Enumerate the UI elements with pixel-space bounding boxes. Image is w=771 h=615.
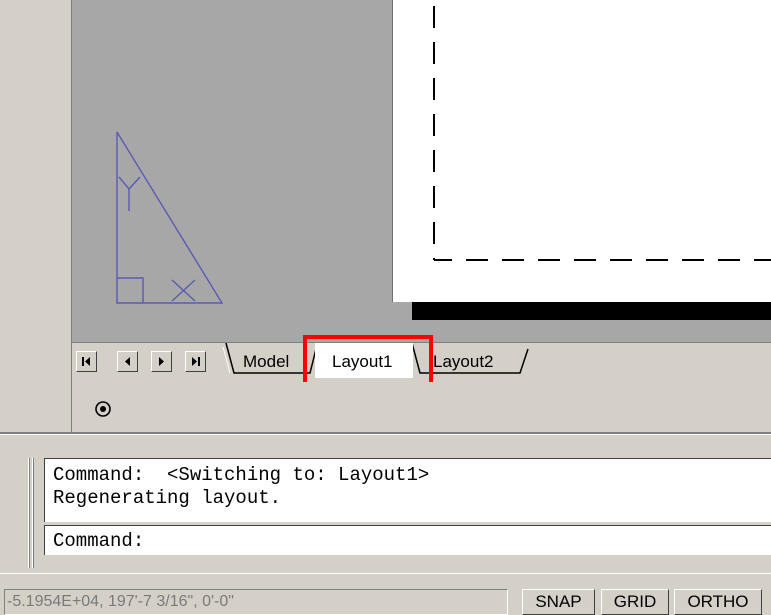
coordinates-text: -5.1954E+04, 197'-7 3/16", 0'-0" <box>7 593 234 610</box>
tab-model[interactable]: Model <box>243 352 289 372</box>
command-window-grip[interactable] <box>24 458 40 568</box>
grid-button[interactable]: GRID <box>601 589 669 615</box>
nav-last-icon <box>192 357 200 366</box>
nav-last-button[interactable] <box>185 351 206 372</box>
nav-first-button[interactable] <box>76 351 97 372</box>
command-history-line: Regenerating layout. <box>53 487 282 509</box>
command-history-line: Command: <Switching to: Layout1> <box>53 464 430 486</box>
nav-next-button[interactable] <box>151 351 172 372</box>
nav-prev-icon <box>125 357 130 366</box>
snap-button[interactable]: SNAP <box>522 589 595 615</box>
nav-prev-button[interactable] <box>117 351 138 372</box>
command-prompt: Command: <box>53 530 145 552</box>
nav-first-icon <box>82 357 90 366</box>
ortho-button[interactable]: ORTHO <box>674 589 762 615</box>
viewport-icon[interactable] <box>94 400 112 418</box>
tab-layout2[interactable]: Layout2 <box>433 352 494 372</box>
command-input[interactable]: Command: <box>44 525 771 555</box>
command-history[interactable]: Command: <Switching to: Layout1> Regener… <box>44 458 771 522</box>
viewport-controls-row <box>72 382 771 432</box>
ucs-triangle-icon <box>116 131 224 304</box>
left-panel <box>0 0 66 432</box>
nav-next-icon <box>159 357 164 366</box>
coordinates-display[interactable]: -5.1954E+04, 197'-7 3/16", 0'-0" <box>4 589 508 615</box>
printable-area-border <box>433 6 771 261</box>
